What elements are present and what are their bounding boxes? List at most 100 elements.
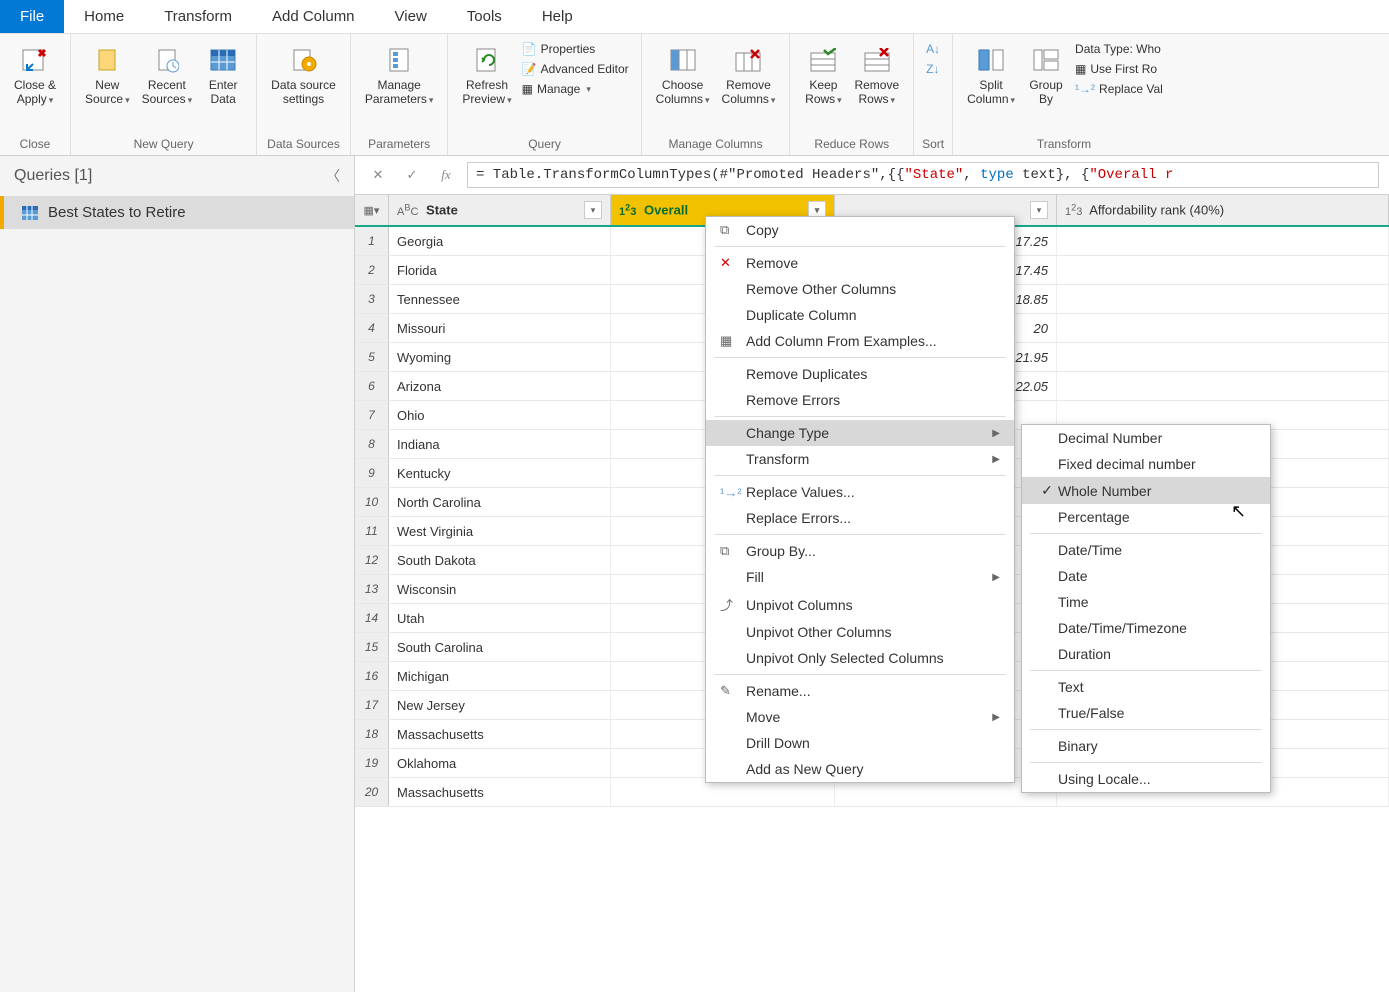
- row-number[interactable]: 8: [355, 430, 389, 458]
- ctx-duplicate[interactable]: Duplicate Column: [706, 302, 1014, 328]
- ctx-replace-values[interactable]: ¹→²Replace Values...: [706, 479, 1014, 505]
- type-time[interactable]: Time: [1022, 589, 1270, 615]
- close-apply-button[interactable]: Close & Apply: [8, 38, 62, 111]
- row-number[interactable]: 7: [355, 401, 389, 429]
- accept-formula-button[interactable]: ✓: [399, 162, 425, 188]
- cell-state[interactable]: New Jersey: [389, 691, 611, 719]
- cell-state[interactable]: Wyoming: [389, 343, 611, 371]
- cell-state[interactable]: West Virginia: [389, 517, 611, 545]
- cell-afford[interactable]: [1057, 372, 1389, 400]
- split-column-button[interactable]: Split Column: [961, 38, 1021, 111]
- column-header-affordability[interactable]: 123 Affordability rank (40%): [1057, 195, 1389, 225]
- type-using-locale[interactable]: Using Locale...: [1022, 766, 1270, 792]
- ctx-add-col-examples[interactable]: ▦Add Column From Examples...: [706, 328, 1014, 354]
- cell-state[interactable]: South Dakota: [389, 546, 611, 574]
- cell-state[interactable]: Massachusetts: [389, 778, 611, 806]
- cell-afford[interactable]: [1057, 314, 1389, 342]
- replace-values-button[interactable]: ¹→² Replace Val: [1075, 82, 1163, 96]
- advanced-editor-button[interactable]: 📝Advanced Editor: [522, 62, 629, 76]
- remove-rows-button[interactable]: Remove Rows: [848, 38, 905, 111]
- filter-button[interactable]: ▾: [1030, 201, 1048, 219]
- cell-state[interactable]: North Carolina: [389, 488, 611, 516]
- row-number[interactable]: 12: [355, 546, 389, 574]
- sort-asc-button[interactable]: A↓: [926, 42, 940, 56]
- type-date[interactable]: Date: [1022, 563, 1270, 589]
- cell-afford[interactable]: [1057, 227, 1389, 255]
- row-number[interactable]: 6: [355, 372, 389, 400]
- data-type-button[interactable]: Data Type: Who: [1075, 42, 1163, 56]
- row-number[interactable]: 5: [355, 343, 389, 371]
- fx-button[interactable]: fx: [433, 162, 459, 188]
- tab-view[interactable]: View: [375, 0, 447, 33]
- cell-afford[interactable]: [1057, 256, 1389, 284]
- remove-columns-button[interactable]: Remove Columns: [716, 38, 782, 111]
- type-binary[interactable]: Binary: [1022, 733, 1270, 759]
- ctx-remove-other[interactable]: Remove Other Columns: [706, 276, 1014, 302]
- tab-tools[interactable]: Tools: [447, 0, 522, 33]
- row-number[interactable]: 11: [355, 517, 389, 545]
- cell-afford[interactable]: [1057, 343, 1389, 371]
- cell-state[interactable]: Oklahoma: [389, 749, 611, 777]
- row-number[interactable]: 2: [355, 256, 389, 284]
- cell-state[interactable]: Indiana: [389, 430, 611, 458]
- tab-help[interactable]: Help: [522, 0, 593, 33]
- grid-corner-button[interactable]: ▦▾: [355, 195, 389, 225]
- row-number[interactable]: 16: [355, 662, 389, 690]
- use-first-row-button[interactable]: ▦ Use First Ro: [1075, 62, 1163, 76]
- manage-button[interactable]: ▦Manage: [522, 82, 629, 96]
- row-number[interactable]: 9: [355, 459, 389, 487]
- ctx-add-new-query[interactable]: Add as New Query: [706, 756, 1014, 782]
- type-datetimezone[interactable]: Date/Time/Timezone: [1022, 615, 1270, 641]
- enter-data-button[interactable]: Enter Data: [198, 38, 248, 111]
- cell-state[interactable]: South Carolina: [389, 633, 611, 661]
- row-number[interactable]: 15: [355, 633, 389, 661]
- formula-input[interactable]: = Table.TransformColumnTypes(#"Promoted …: [467, 162, 1379, 188]
- tab-add-column[interactable]: Add Column: [252, 0, 375, 33]
- cell-afford[interactable]: [1057, 285, 1389, 313]
- ctx-unpivot[interactable]: ⤴Unpivot Columns: [706, 590, 1014, 619]
- query-item[interactable]: Best States to Retire: [0, 196, 354, 229]
- sort-desc-button[interactable]: Z↓: [926, 62, 940, 76]
- type-duration[interactable]: Duration: [1022, 641, 1270, 667]
- cell-state[interactable]: Michigan: [389, 662, 611, 690]
- cell-state[interactable]: Kentucky: [389, 459, 611, 487]
- ctx-move[interactable]: Move▶: [706, 704, 1014, 730]
- row-number[interactable]: 10: [355, 488, 389, 516]
- cell-state[interactable]: Ohio: [389, 401, 611, 429]
- column-header-state[interactable]: ABC State ▾: [389, 195, 611, 225]
- ctx-transform[interactable]: Transform▶: [706, 446, 1014, 472]
- cell-state[interactable]: Arizona: [389, 372, 611, 400]
- properties-button[interactable]: 📄Properties: [522, 42, 629, 56]
- collapse-queries-icon[interactable]: 〈: [326, 166, 340, 186]
- tab-home[interactable]: Home: [64, 0, 144, 33]
- cell-state[interactable]: Massachusetts: [389, 720, 611, 748]
- type-datetime[interactable]: Date/Time: [1022, 537, 1270, 563]
- recent-sources-button[interactable]: Recent Sources: [136, 38, 199, 111]
- row-number[interactable]: 14: [355, 604, 389, 632]
- type-fixed-decimal[interactable]: Fixed decimal number: [1022, 451, 1270, 477]
- ctx-unpivot-other[interactable]: Unpivot Other Columns: [706, 619, 1014, 645]
- row-number[interactable]: 19: [355, 749, 389, 777]
- row-number[interactable]: 4: [355, 314, 389, 342]
- ctx-unpivot-selected[interactable]: Unpivot Only Selected Columns: [706, 645, 1014, 671]
- cell-state[interactable]: Utah: [389, 604, 611, 632]
- data-source-settings-button[interactable]: Data source settings: [265, 38, 342, 111]
- tab-file[interactable]: File: [0, 0, 64, 33]
- new-source-button[interactable]: New Source: [79, 38, 136, 111]
- ctx-remove-dup[interactable]: Remove Duplicates: [706, 361, 1014, 387]
- cell-state[interactable]: Tennessee: [389, 285, 611, 313]
- cell-state[interactable]: Florida: [389, 256, 611, 284]
- cell-state[interactable]: Missouri: [389, 314, 611, 342]
- ctx-drill-down[interactable]: Drill Down: [706, 730, 1014, 756]
- type-decimal[interactable]: Decimal Number: [1022, 425, 1270, 451]
- filter-button[interactable]: ▾: [584, 201, 602, 219]
- refresh-preview-button[interactable]: Refresh Preview: [456, 38, 517, 111]
- ctx-change-type[interactable]: Change Type▶: [706, 420, 1014, 446]
- type-whole-number[interactable]: ✓Whole Number: [1022, 477, 1270, 504]
- row-number[interactable]: 20: [355, 778, 389, 806]
- tab-transform[interactable]: Transform: [144, 0, 252, 33]
- cell-state[interactable]: Wisconsin: [389, 575, 611, 603]
- manage-parameters-button[interactable]: Manage Parameters: [359, 38, 440, 111]
- type-true-false[interactable]: True/False: [1022, 700, 1270, 726]
- type-text[interactable]: Text: [1022, 674, 1270, 700]
